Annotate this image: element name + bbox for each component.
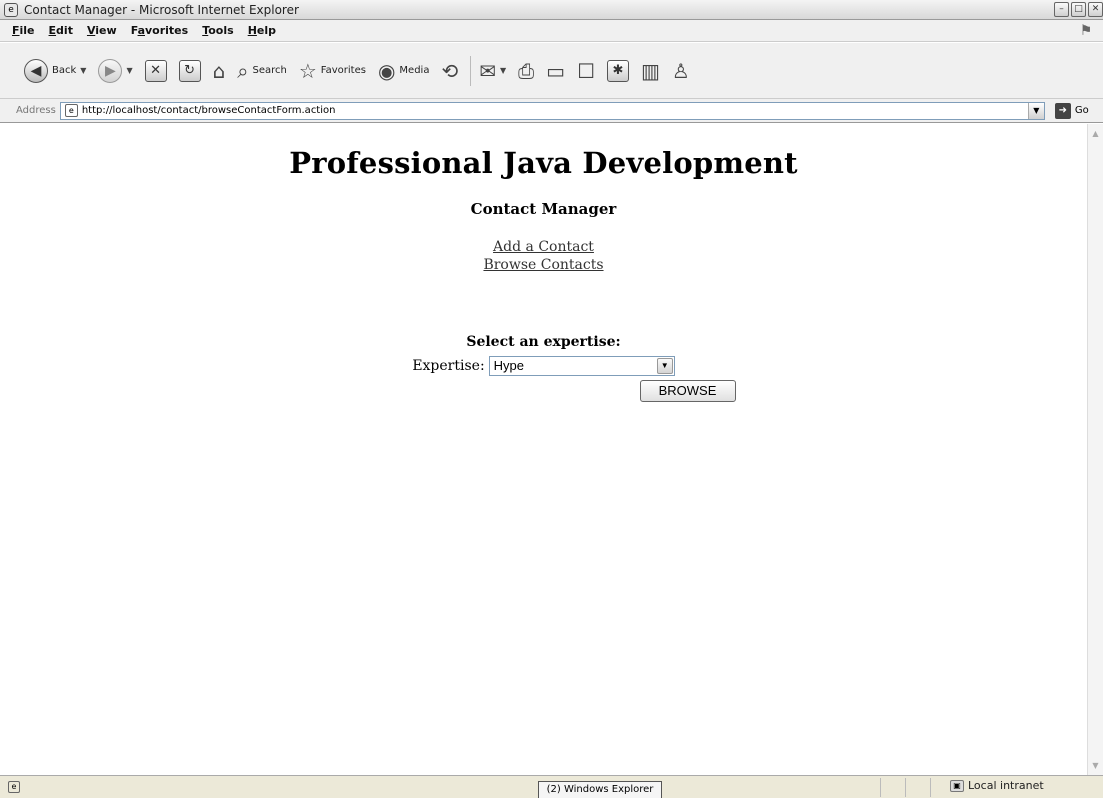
taskbar-windows-explorer[interactable]: (2) Windows Explorer — [538, 781, 662, 798]
button-row: BROWSE — [0, 380, 1087, 402]
forward-arrow-icon: ▶ — [98, 58, 123, 83]
chevron-down-icon[interactable]: ▼ — [656, 358, 673, 374]
windows-logo-icon: ⚑ — [1079, 23, 1093, 39]
media-button[interactable]: ◉ Media — [378, 59, 430, 83]
browse-contacts-link[interactable]: Browse Contacts — [0, 256, 1087, 274]
status-pane-divider — [880, 778, 881, 797]
stop-button[interactable]: ✕ — [144, 59, 167, 82]
intranet-zone-icon: ▣ — [950, 779, 964, 792]
menu-tools[interactable]: Tools — [202, 24, 233, 37]
add-contact-link[interactable]: Add a Contact — [0, 238, 1087, 256]
go-button[interactable]: ➜ Go — [1054, 102, 1089, 119]
search-label: Search — [252, 65, 287, 76]
window-title: Contact Manager - Microsoft Internet Exp… — [24, 2, 299, 17]
address-label: Address — [16, 105, 56, 116]
toolbar: ◀ Back ▼ ▶ ▼ ✕ ↻ ⌂ ⌕ Search ☆ Favorites … — [0, 43, 1103, 99]
status-pane-divider — [905, 778, 906, 797]
nav-links: Add a Contact Browse Contacts — [0, 238, 1087, 274]
favorites-star-icon: ☆ — [298, 58, 317, 83]
refresh-icon: ↻ — [178, 59, 201, 82]
forward-dropdown-icon[interactable]: ▼ — [126, 66, 132, 75]
minimize-button[interactable]: – — [1054, 2, 1069, 17]
mail-button[interactable]: ✉ ▼ — [479, 59, 506, 83]
search-button[interactable]: ⌕ Search — [237, 59, 287, 83]
page-status-icon: e — [8, 781, 20, 793]
print-icon: ⎙ — [518, 58, 535, 83]
status-bar: e (2) Windows Explorer ▣ Local intranet — [0, 775, 1103, 798]
mail-dropdown-icon[interactable]: ▼ — [500, 66, 506, 75]
address-bar: Address e http://localhost/contact/brows… — [0, 99, 1103, 123]
zone-label: Local intranet — [968, 779, 1044, 792]
app-title: Contact Manager — [470, 200, 617, 218]
research-icon: ✱ — [607, 59, 629, 82]
menu-help[interactable]: Help — [248, 24, 276, 37]
go-label: Go — [1074, 105, 1089, 116]
ie-app-icon[interactable]: e — [4, 2, 18, 17]
discuss-button[interactable]: ☐ — [577, 59, 595, 83]
discuss-icon: ☐ — [577, 58, 595, 83]
expertise-label: Expertise: — [412, 358, 485, 374]
close-button[interactable]: ✕ — [1088, 2, 1103, 17]
maximize-button[interactable]: □ — [1071, 2, 1086, 17]
research-button[interactable]: ✱ — [607, 59, 629, 82]
home-button[interactable]: ⌂ — [213, 59, 226, 83]
expertise-selected-value: Hype — [493, 358, 525, 373]
stop-icon: ✕ — [144, 59, 167, 82]
mail-icon: ✉ — [479, 58, 496, 83]
address-input[interactable]: e http://localhost/contact/browseContact… — [59, 101, 1045, 120]
print-button[interactable]: ⎙ — [518, 59, 534, 83]
page-icon: e — [64, 104, 78, 117]
window-controls: – □ ✕ — [1054, 2, 1103, 17]
select-expertise-heading: Select an expertise: — [466, 334, 621, 350]
page-title: Professional Java Development — [289, 146, 798, 180]
expertise-row: Expertise: Hype ▼ — [0, 356, 1087, 376]
history-icon: ⟲ — [441, 58, 459, 83]
home-icon: ⌂ — [212, 58, 226, 83]
menu-favorites[interactable]: Favorites — [131, 24, 189, 37]
back-arrow-icon: ◀ — [24, 58, 48, 83]
messenger-icon: ♙ — [671, 58, 690, 83]
edit-button[interactable]: ▭ — [546, 59, 565, 83]
title-bar: e Contact Manager - Microsoft Internet E… — [0, 0, 1103, 20]
menu-edit[interactable]: Edit — [49, 24, 73, 37]
address-dropdown-icon[interactable]: ▼ — [1027, 102, 1044, 119]
refresh-button[interactable]: ↻ — [178, 59, 201, 82]
go-arrow-icon: ➜ — [1054, 102, 1071, 119]
browse-button[interactable]: BROWSE — [639, 380, 736, 402]
toolbar-separator — [470, 55, 472, 86]
edit-page-icon: ▭ — [546, 58, 566, 83]
messenger-button[interactable]: ♙ — [672, 59, 690, 83]
search-icon: ⌕ — [237, 58, 249, 83]
forward-button[interactable]: ▶ ▼ — [98, 58, 133, 83]
media-label: Media — [399, 65, 430, 76]
menu-bar: File Edit View Favorites Tools Help — [0, 20, 1103, 42]
vertical-scrollbar[interactable]: ▲ ▼ — [1087, 124, 1103, 775]
media-icon: ◉ — [377, 58, 396, 83]
favorites-button[interactable]: ☆ Favorites — [299, 59, 366, 83]
menu-file[interactable]: File — [12, 24, 35, 37]
status-pane-divider — [930, 778, 931, 797]
page-content: Professional Java Development Contact Ma… — [0, 124, 1087, 775]
favorites-label: Favorites — [320, 65, 366, 76]
scroll-up-icon[interactable]: ▲ — [1088, 126, 1103, 141]
books-icon: ▥ — [641, 58, 660, 83]
expertise-select[interactable]: Hype ▼ — [488, 356, 675, 376]
history-button[interactable]: ⟲ — [441, 59, 458, 83]
address-url[interactable]: http://localhost/contact/browseContactFo… — [82, 105, 336, 116]
reference-button[interactable]: ▥ — [641, 59, 660, 83]
back-button[interactable]: ◀ Back ▼ — [24, 58, 86, 83]
menu-view[interactable]: View — [87, 24, 117, 37]
scroll-down-icon[interactable]: ▼ — [1088, 758, 1103, 773]
back-dropdown-icon[interactable]: ▼ — [80, 66, 86, 75]
back-label: Back — [52, 65, 77, 76]
security-zone: ▣ Local intranet — [950, 779, 1044, 792]
